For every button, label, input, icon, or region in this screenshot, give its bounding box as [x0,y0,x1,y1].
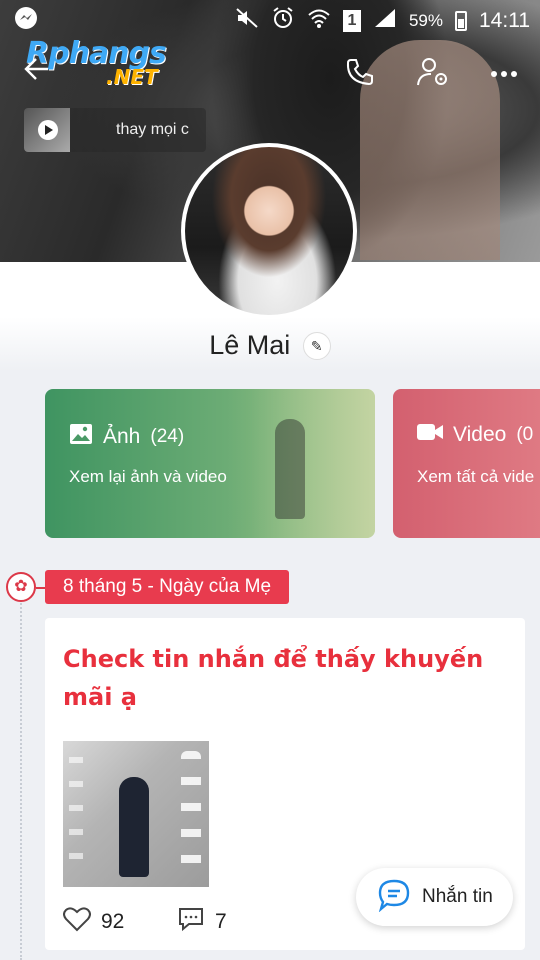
edit-name-icon[interactable]: ✎ [302,331,331,360]
videos-card-title: Video (0 [417,423,533,447]
photos-card-count: (24) [150,426,185,447]
videos-card-subtitle: Xem tất cả vide [417,467,535,486]
timeline-tag: 8 tháng 5 - Ngày của Mẹ [45,570,290,604]
mute-icon [235,7,259,34]
heart-icon [63,906,91,938]
videos-card-label: Video [453,423,507,446]
profile-name-row: Lê Mai ✎ [0,330,540,361]
videos-card[interactable]: Video (0 Xem tất cả vide [393,389,540,538]
avatar-image [185,147,353,315]
like-count: 92 [101,910,125,933]
videos-card-count: (0 [516,424,534,445]
alarm-icon [271,6,295,35]
sim-icon: 1 [342,9,361,32]
messenger-icon [14,6,38,35]
photos-card-bg [250,389,375,538]
comment-icon [177,906,205,938]
chat-bubble-icon [376,878,412,917]
more-options-icon[interactable] [490,66,518,84]
post-photo[interactable] [63,741,209,887]
image-icon [69,423,93,451]
timeline-line [20,600,22,960]
battery-icon [455,10,467,31]
video-camera-icon [417,423,443,447]
call-icon[interactable] [344,56,376,93]
story-text: thay mọi c [116,121,189,138]
battery-percent: 59% [408,10,443,30]
photos-card-subtitle: Xem lại ảnh và video [69,467,227,486]
photos-card-figure [275,419,305,519]
flower-icon: ✿ [6,572,48,602]
clock: 14:11 [479,8,530,32]
story-thumbnail [24,108,70,152]
back-arrow-icon[interactable] [22,54,52,89]
play-icon [38,120,58,140]
post-photo-lights [69,757,83,867]
post-photo-mirror-lights [181,751,201,871]
comment-count: 7 [215,910,227,933]
profile-name: Lê Mai [209,330,291,360]
like-button[interactable]: 92 [63,906,124,938]
signal-icon [373,7,397,34]
wifi-icon [307,7,331,34]
user-settings-icon[interactable] [416,56,450,93]
send-message-button[interactable]: Nhắn tin [356,868,513,926]
post-photo-figure [119,777,149,877]
story-preview[interactable]: thay mọi c [24,108,206,152]
photos-card-label: Ảnh [103,425,141,448]
photos-card[interactable]: Ảnh (24) Xem lại ảnh và video [45,389,375,538]
send-message-label: Nhắn tin [422,886,493,907]
logo-sub: .NET [106,65,158,89]
status-bar: 1 59% 14:11 [0,0,540,36]
photos-card-title: Ảnh (24) [69,423,184,451]
avatar[interactable] [181,143,357,319]
post-message: Check tin nhắn để thấy khuyến mãi ạ [63,645,484,711]
comment-button[interactable]: 7 [177,906,227,938]
